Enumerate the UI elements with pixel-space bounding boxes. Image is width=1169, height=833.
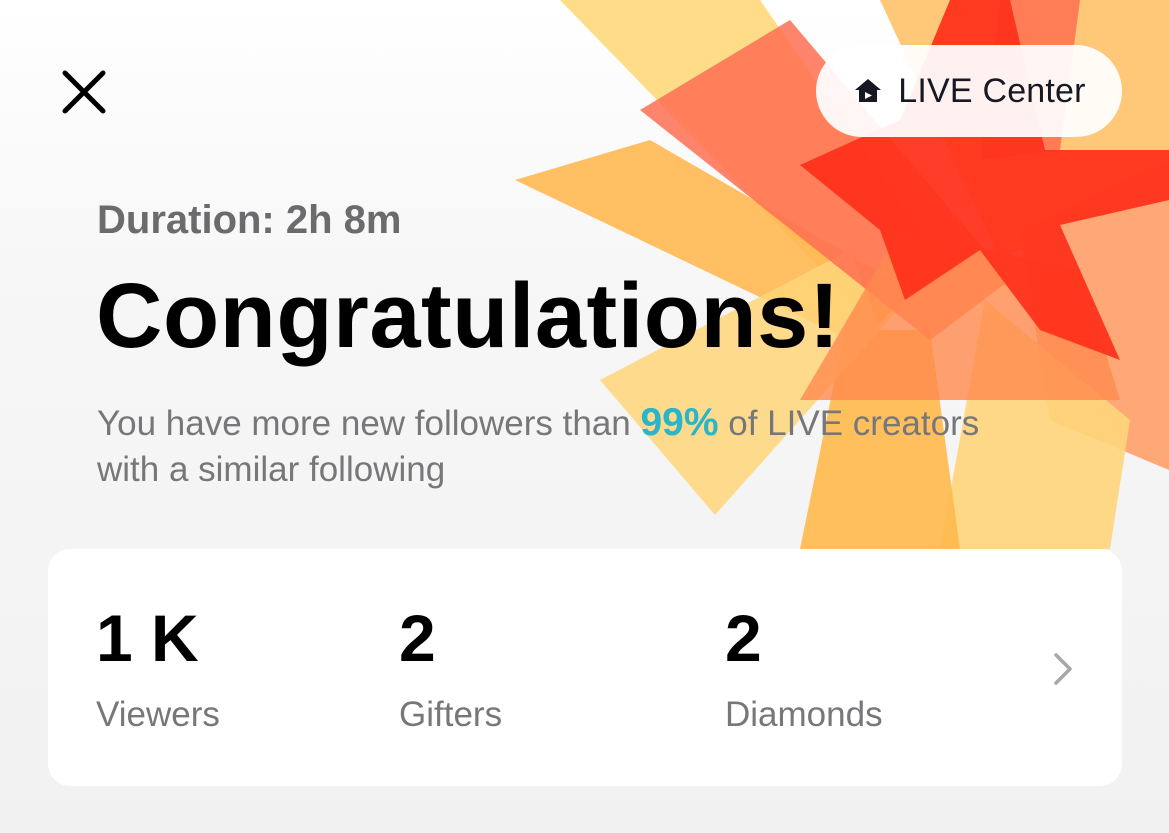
stat-value: 2	[399, 601, 436, 675]
stat-value: 2	[725, 601, 762, 675]
stat-label: Diamonds	[725, 695, 883, 734]
chevron-right-icon[interactable]	[1048, 649, 1078, 689]
headline-title: Congratulations!	[96, 265, 840, 367]
close-button[interactable]	[56, 64, 112, 120]
duration-text: Duration: 2h 8m	[97, 198, 402, 242]
stat-value: 1 K	[96, 601, 199, 675]
close-icon	[62, 70, 106, 114]
percentile-highlight: 99%	[640, 401, 719, 444]
stats-card[interactable]: 1 K Viewers 2 Gifters 2 Diamonds	[48, 549, 1122, 786]
live-center-button[interactable]: LIVE Center	[816, 45, 1122, 137]
stat-gifters: 2 Gifters	[399, 605, 502, 735]
comparison-prefix: You have more new followers than	[97, 404, 641, 443]
stat-label: Viewers	[96, 695, 220, 734]
stat-diamonds: 2 Diamonds	[725, 605, 883, 735]
stat-viewers: 1 K Viewers	[96, 605, 220, 735]
home-icon	[852, 75, 884, 107]
live-center-label: LIVE Center	[898, 71, 1086, 110]
stat-label: Gifters	[399, 695, 503, 734]
followers-comparison-text: You have more new followers than 99% of …	[97, 400, 1017, 493]
